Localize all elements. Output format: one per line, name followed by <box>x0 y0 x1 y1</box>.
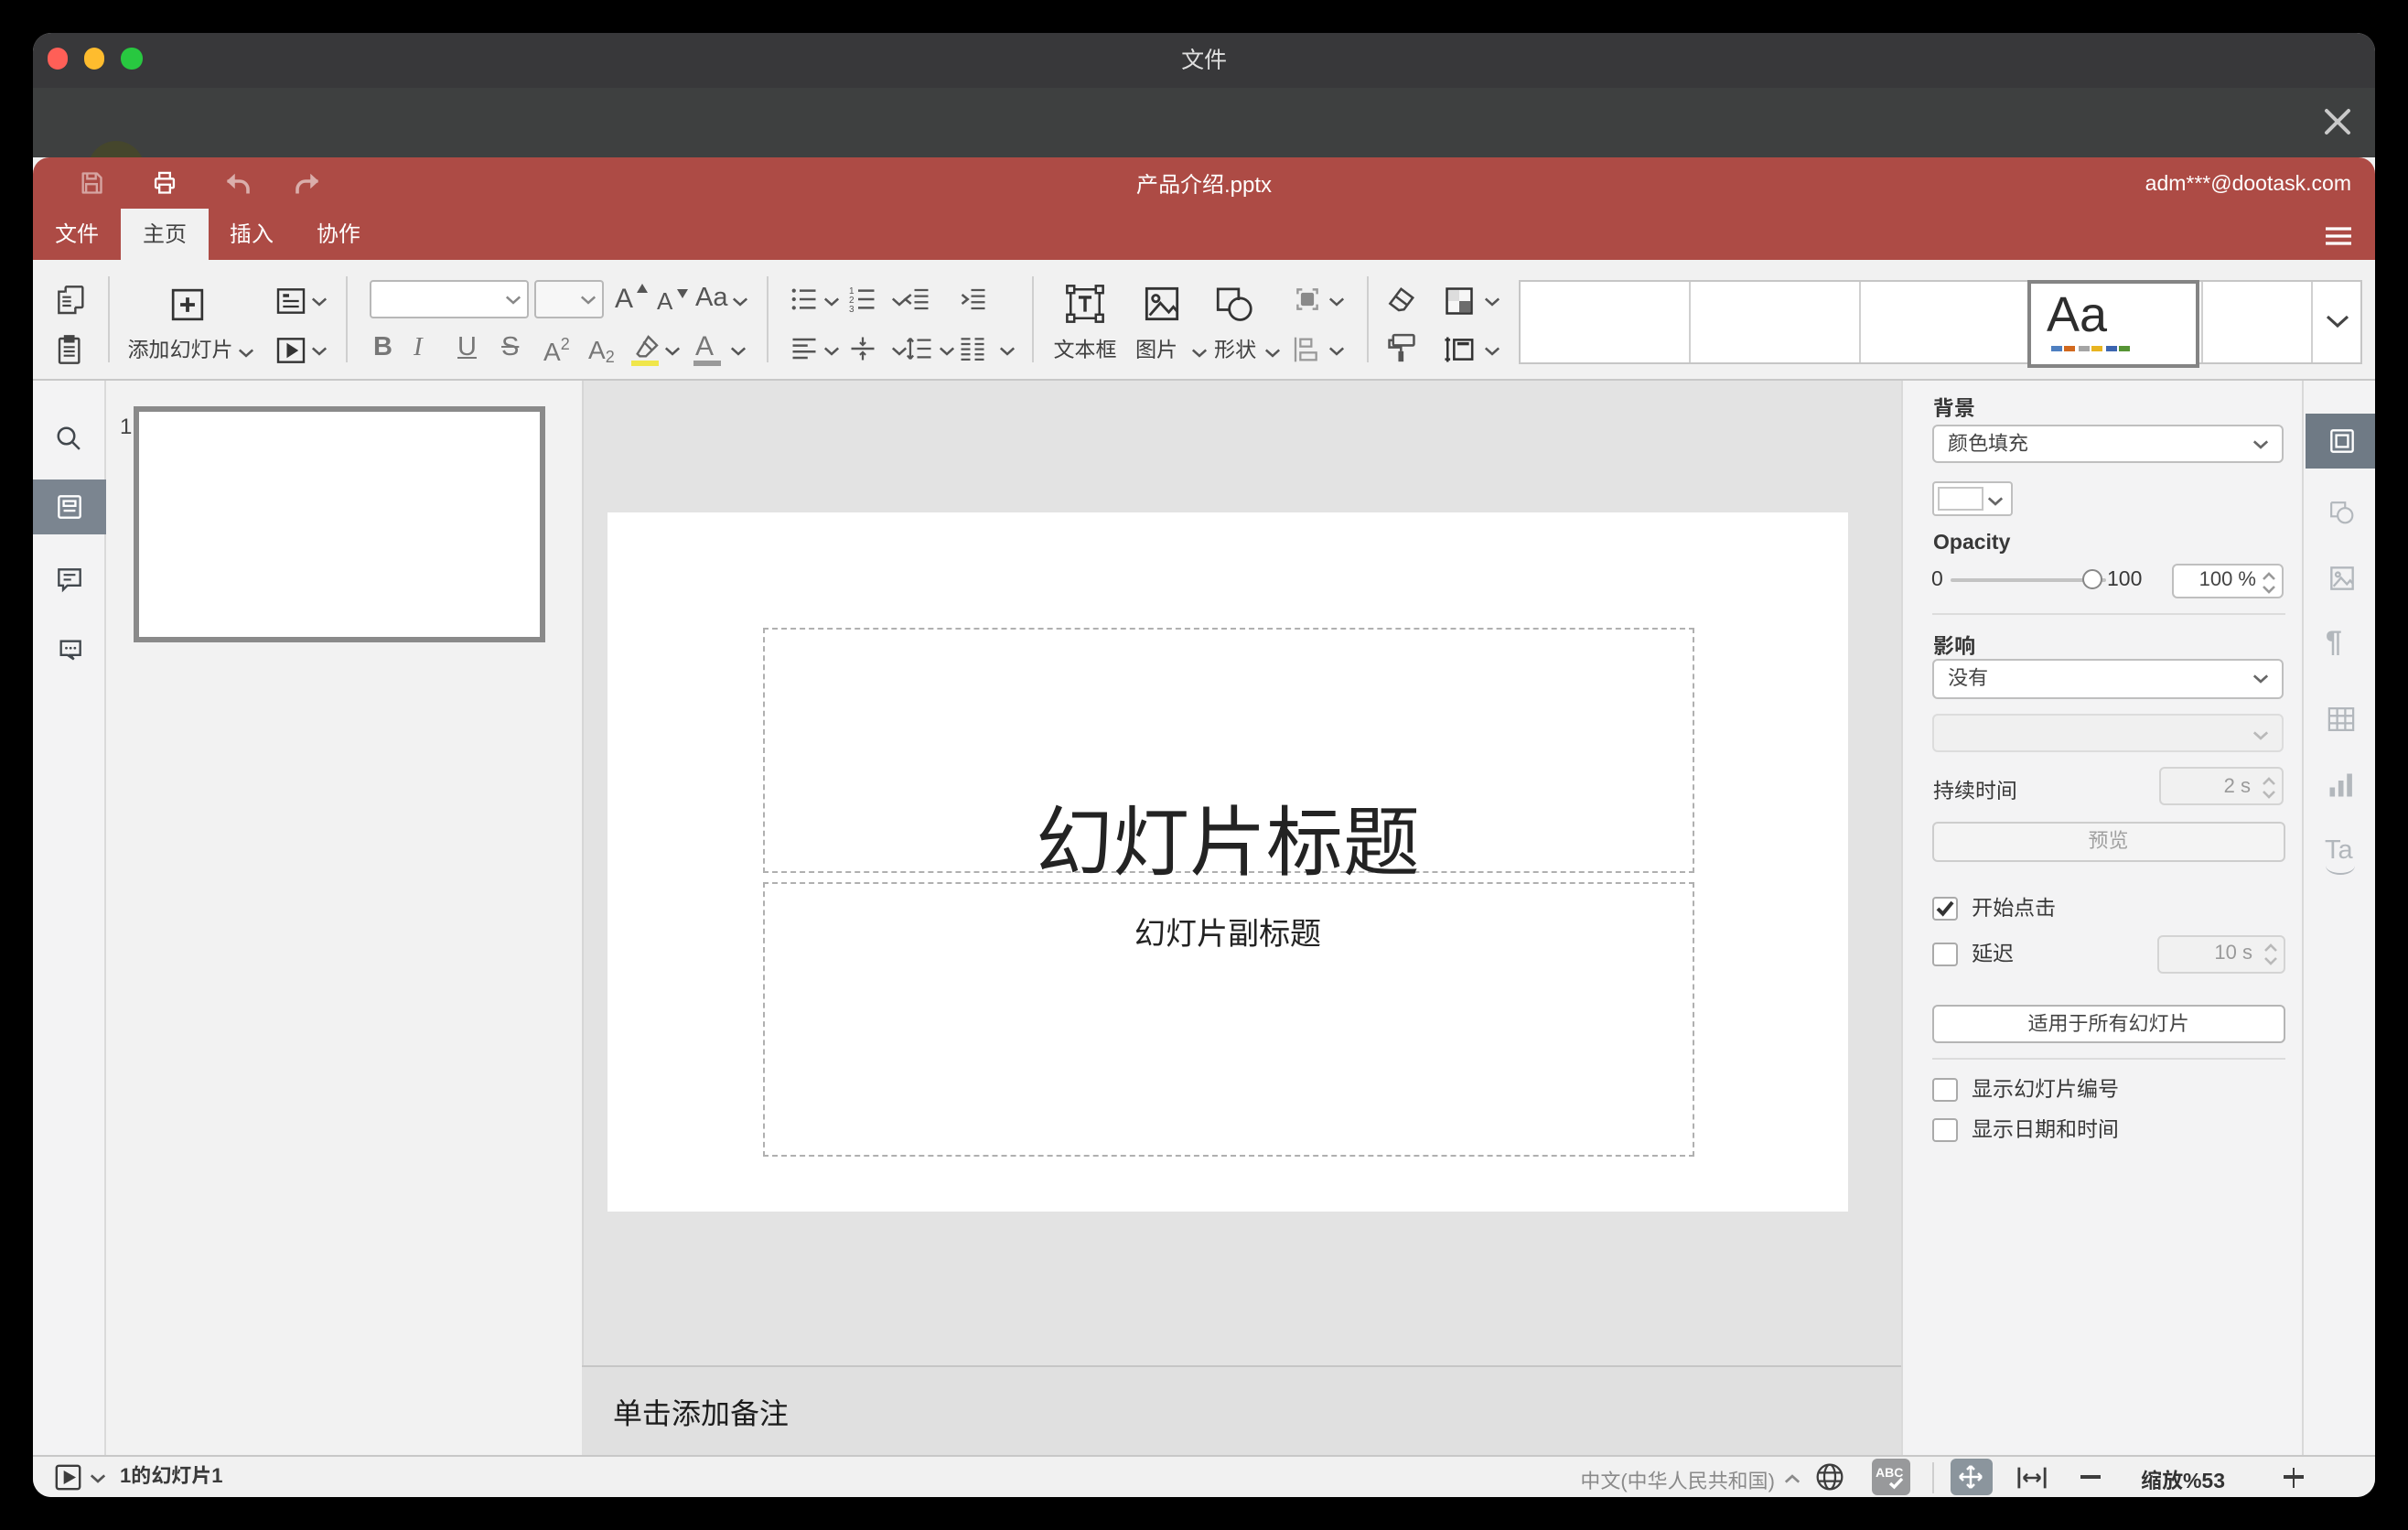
svg-text:3: 3 <box>848 305 854 313</box>
svg-text:ABC: ABC <box>1876 1465 1903 1480</box>
